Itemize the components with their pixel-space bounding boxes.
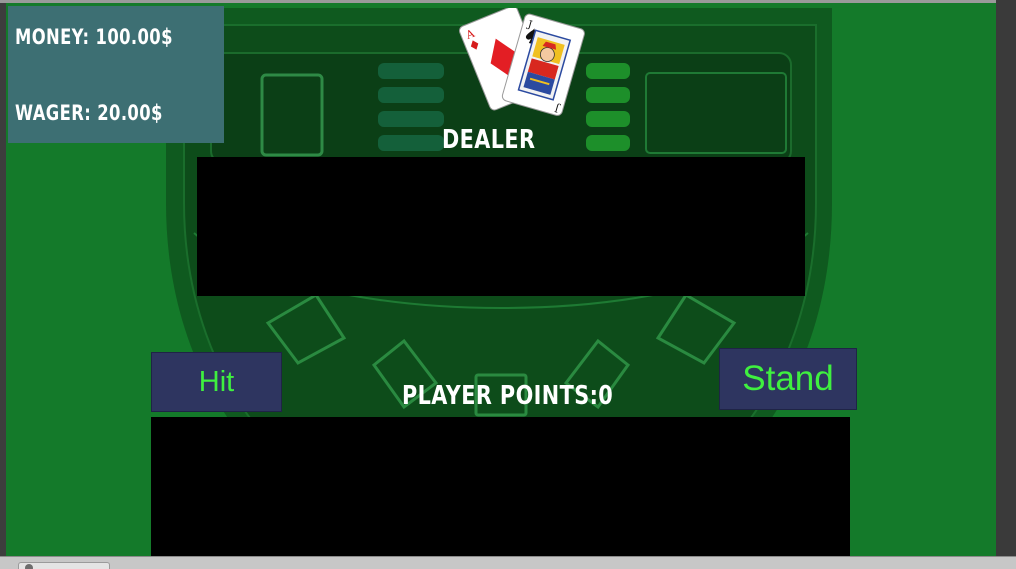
- bottom-tab[interactable]: [18, 562, 110, 569]
- game-viewport: MONEY: 100.00$ WAGER: 20.00$ A J J DEALE…: [6, 3, 996, 556]
- stats-panel: MONEY: 100.00$ WAGER: 20.00$: [8, 6, 224, 143]
- blackjack-cards-logo: A J J: [459, 8, 585, 116]
- player-points-label: PLAYER POINTS:0: [402, 381, 614, 411]
- hit-button[interactable]: Hit: [151, 352, 282, 412]
- stand-button[interactable]: Stand: [719, 348, 857, 410]
- money-display: MONEY: 100.00$: [15, 25, 173, 49]
- dealer-label: DEALER: [442, 125, 536, 155]
- game-window: MONEY: 100.00$ WAGER: 20.00$ A J J DEALE…: [0, 0, 1016, 569]
- wager-display: WAGER: 20.00$: [15, 101, 163, 125]
- bottom-tab-bar: [0, 556, 1016, 569]
- window-right-edge: [996, 0, 1016, 556]
- player-card-area: [151, 417, 850, 556]
- tab-icon: [25, 564, 33, 569]
- dealer-card-area: [197, 157, 805, 296]
